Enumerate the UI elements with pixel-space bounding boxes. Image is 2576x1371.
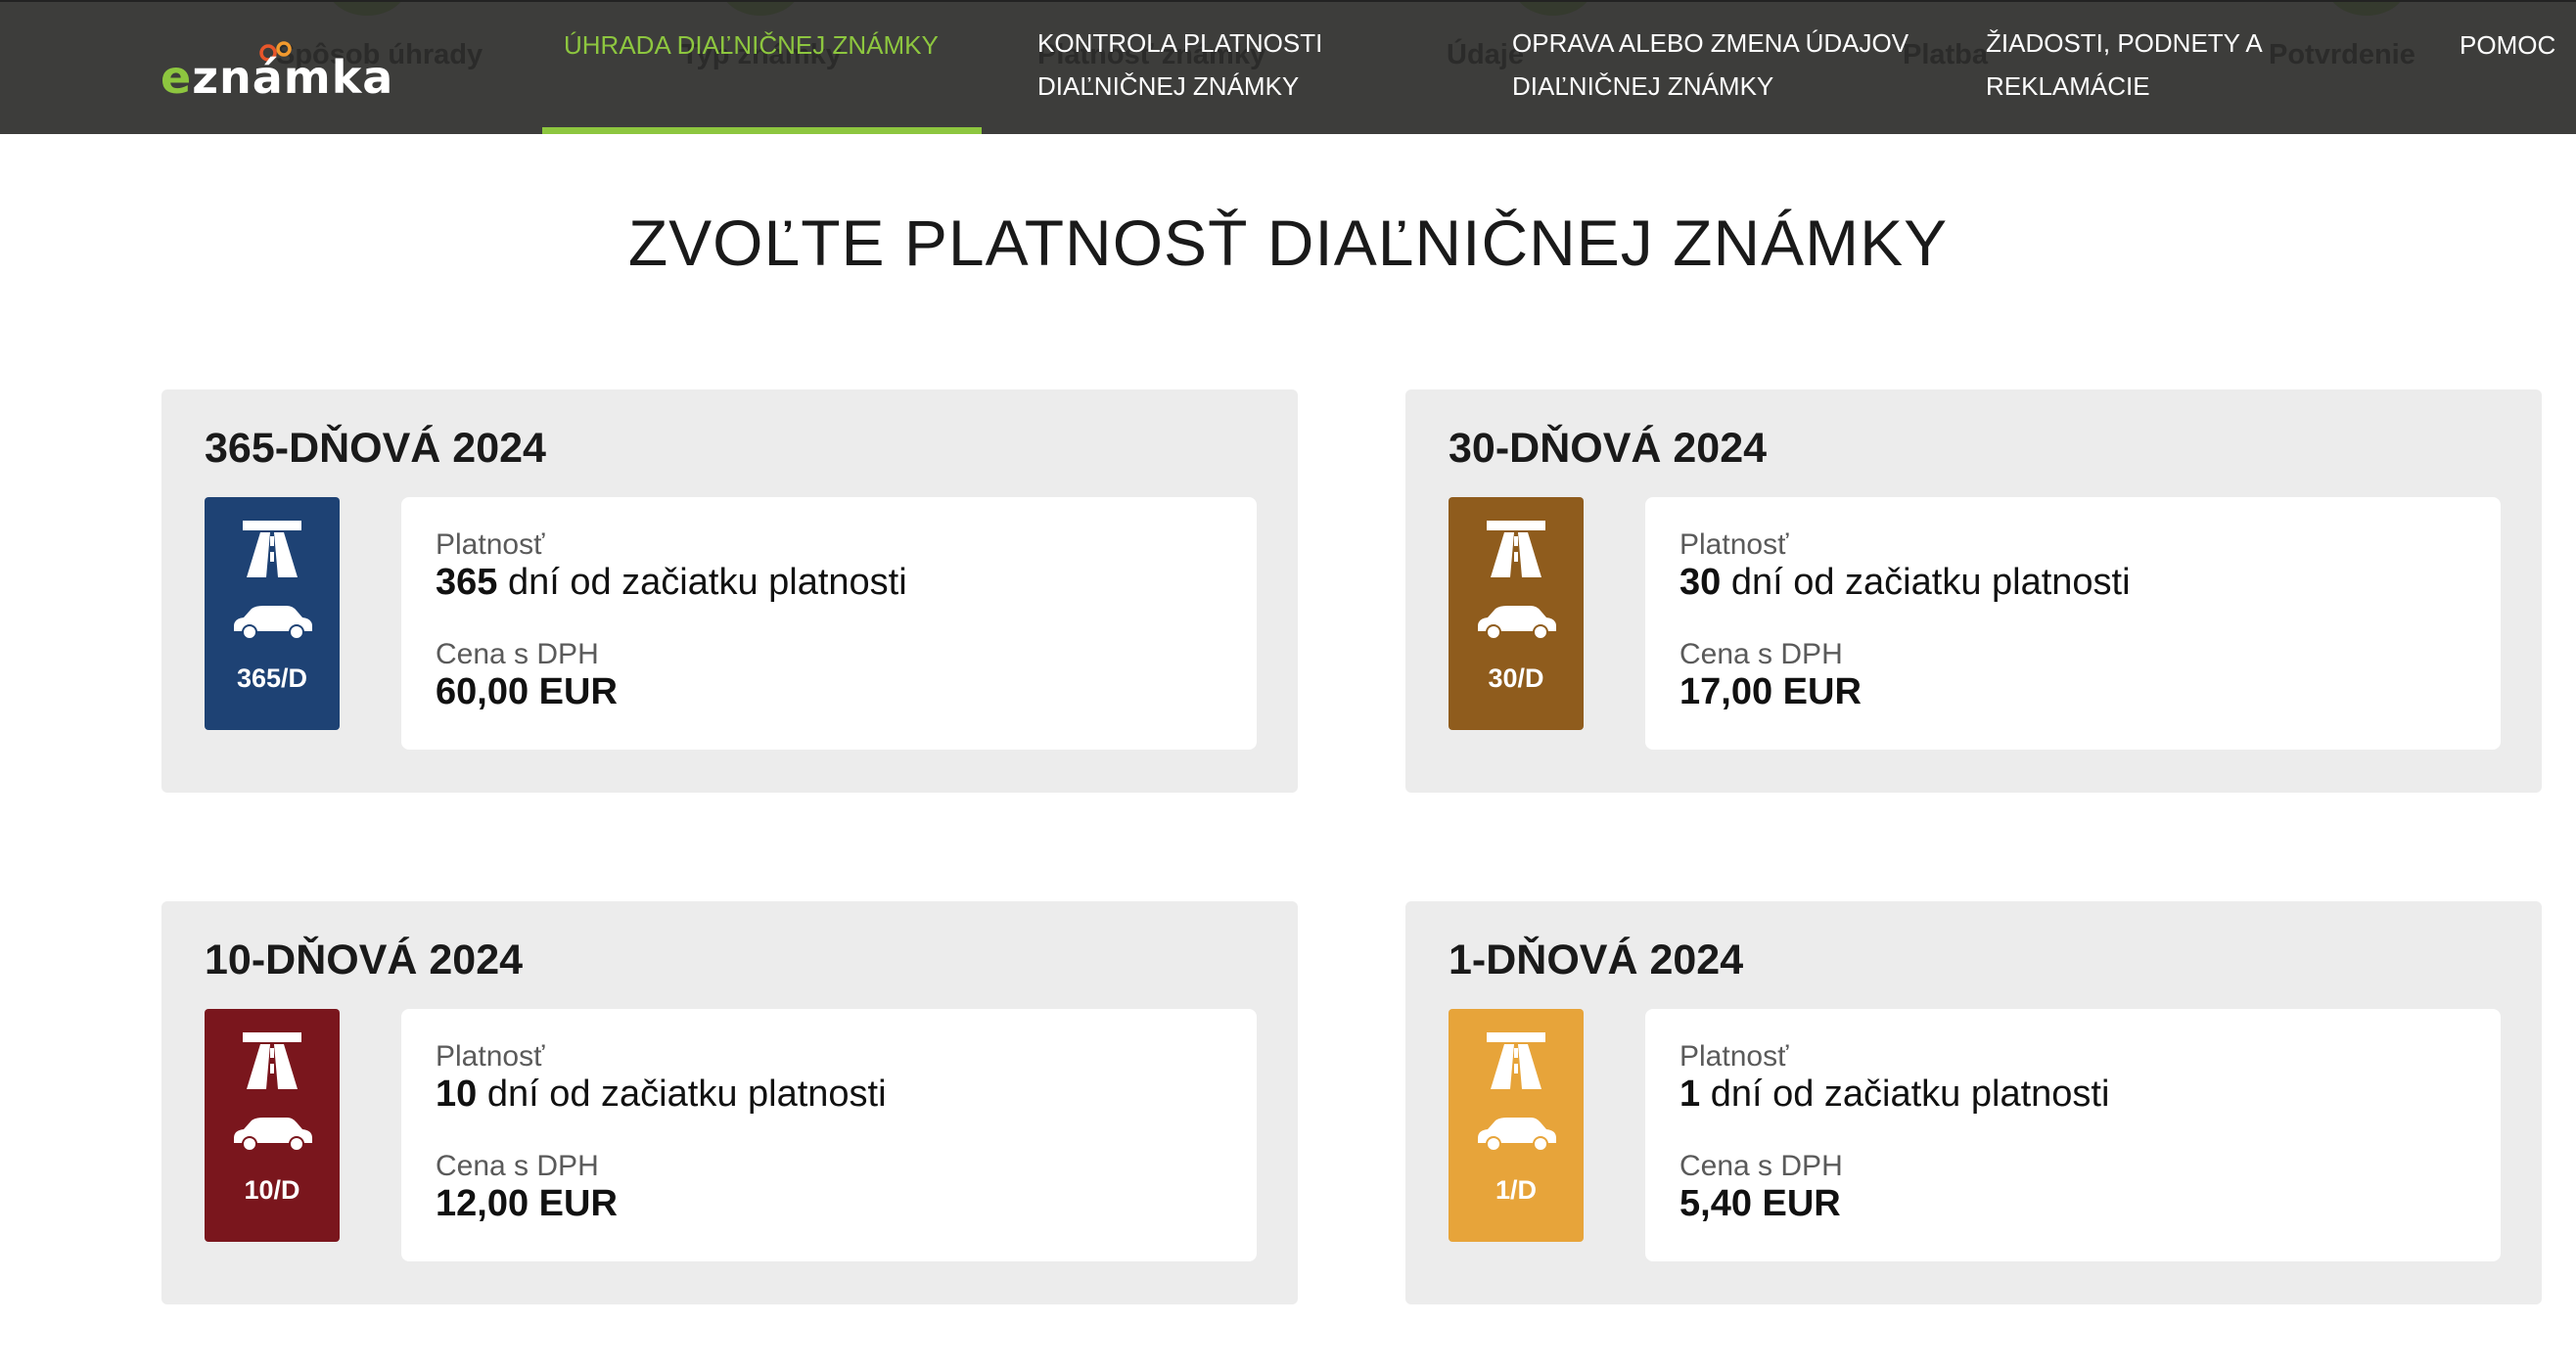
- validity-label: Platnosť: [1679, 1040, 1789, 1073]
- step-label: Platba: [1903, 39, 1989, 70]
- vignette-info-box: Platnosť 365 dní od začiatku platnosti C…: [401, 497, 1257, 750]
- vignette-info-box: Platnosť 30 dní od začiatku platnosti Ce…: [1645, 497, 2501, 750]
- price-value: 12,00 EUR: [436, 1183, 618, 1224]
- top-navigation-bar: Spôsob úhrady Typ známky Platnosť známky…: [0, 0, 2576, 134]
- logo-text: eznámka: [161, 51, 394, 104]
- validity-label: Platnosť: [436, 528, 545, 561]
- price-value: 5,40 EUR: [1679, 1183, 1841, 1224]
- vignette-option-card[interactable]: 1-DŇOVÁ 2024 1/D Platnosť 1 dní od začia…: [1405, 901, 2542, 1304]
- nav-ziadosti[interactable]: ŽIADOSTI, PODNETY A REKLAMÁCIE: [1986, 22, 2263, 108]
- card-title: 1-DŇOVÁ 2024: [1449, 937, 1744, 983]
- nav-uhrada[interactable]: ÚHRADA DIAĽNIČNEJ ZNÁMKY: [564, 23, 939, 67]
- card-title: 10-DŇOVÁ 2024: [205, 937, 524, 983]
- step-circle: [719, 2, 802, 16]
- validity-label: Platnosť: [1679, 528, 1789, 561]
- sticker-label: 30/D: [1488, 663, 1544, 693]
- price-label: Cena s DPH: [1679, 638, 1843, 670]
- nav-oprava[interactable]: OPRAVA ALEBO ZMENA ÚDAJOV DIAĽNIČNEJ ZNÁM…: [1512, 22, 1909, 108]
- nav-pomoc[interactable]: POMOC: [2460, 23, 2555, 67]
- price-label: Cena s DPH: [1679, 1150, 1843, 1182]
- card-title: 30-DŇOVÁ 2024: [1449, 425, 1768, 472]
- validity-value: 10 dní od začiatku platnosti: [436, 1074, 887, 1115]
- price-value: 17,00 EUR: [1679, 671, 1862, 712]
- car-icon: [234, 1118, 312, 1152]
- vignette-sticker: 365/D: [205, 497, 340, 730]
- car-icon: [1478, 1118, 1556, 1152]
- step-circle: [326, 2, 408, 16]
- sticker-label: 365/D: [236, 663, 308, 693]
- page-title: ZVOĽTE PLATNOSŤ DIAĽNIČNEJ ZNÁMKY: [627, 206, 1949, 279]
- step-circle: [2325, 2, 2408, 16]
- motorway-icon: [1487, 521, 1545, 577]
- vignette-sticker: 1/D: [1449, 1009, 1584, 1242]
- vignette-info-box: Platnosť 10 dní od začiatku platnosti Ce…: [401, 1009, 1257, 1261]
- eznamka-logo[interactable]: eznámka: [161, 41, 392, 104]
- step-circle: [1512, 2, 1594, 16]
- validity-value: 30 dní od začiatku platnosti: [1679, 562, 2131, 603]
- vignette-option-card[interactable]: 365-DŇOVÁ 2024 365/D Platnosť 365 dní od…: [161, 389, 1298, 793]
- car-icon: [1478, 606, 1556, 640]
- vignette-option-card[interactable]: 30-DŇOVÁ 2024 30/D Platnosť 30 dní od za…: [1405, 389, 2542, 793]
- vignette-option-card[interactable]: 10-DŇOVÁ 2024 10/D Platnosť 10 dní od za…: [161, 901, 1298, 1304]
- price-value: 60,00 EUR: [436, 671, 618, 712]
- price-label: Cena s DPH: [436, 638, 599, 670]
- motorway-icon: [1487, 1032, 1545, 1089]
- card-title: 365-DŇOVÁ 2024: [205, 425, 546, 472]
- car-icon: [234, 606, 312, 640]
- sticker-label: 10/D: [244, 1175, 300, 1205]
- validity-label: Platnosť: [436, 1040, 545, 1073]
- nav-kontrola[interactable]: KONTROLA PLATNOSTI DIAĽNIČNEJ ZNÁMKY: [1037, 22, 1322, 108]
- vignette-sticker: 10/D: [205, 1009, 340, 1242]
- validity-value: 365 dní od začiatku platnosti: [436, 562, 907, 603]
- motorway-icon: [243, 1032, 301, 1089]
- motorway-icon: [243, 521, 301, 577]
- active-nav-underline: [542, 127, 982, 134]
- price-label: Cena s DPH: [436, 1150, 599, 1182]
- step-label: Potvrdenie: [2269, 39, 2415, 70]
- vignette-info-box: Platnosť 1 dní od začiatku platnosti Cen…: [1645, 1009, 2501, 1261]
- sticker-label: 1/D: [1495, 1175, 1538, 1205]
- vignette-sticker: 30/D: [1449, 497, 1584, 730]
- validity-value: 1 dní od začiatku platnosti: [1679, 1074, 2110, 1115]
